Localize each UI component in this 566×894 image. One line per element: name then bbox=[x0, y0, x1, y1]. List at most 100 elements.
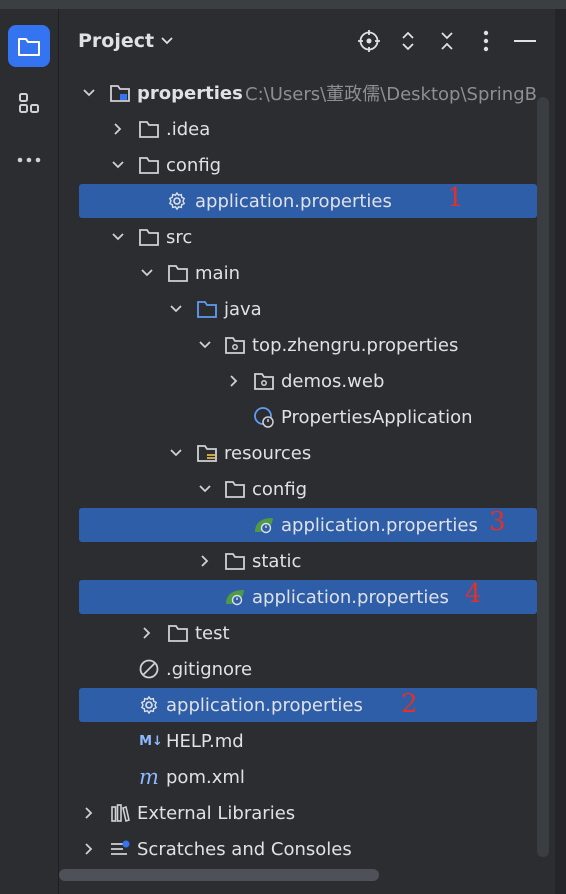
hide-icon bbox=[514, 40, 536, 42]
folder-icon bbox=[224, 478, 246, 500]
tree-node-root[interactable]: properties C:\Users\董政儒\Desktop\SpringB bbox=[59, 75, 566, 111]
pom-label: pom.xml bbox=[166, 766, 245, 788]
tree-node-demos[interactable]: demos.web bbox=[59, 363, 566, 399]
annotation-4: 4 bbox=[465, 579, 482, 609]
res-config-app-props-label: application.properties bbox=[281, 514, 478, 536]
tree-node-src[interactable]: src bbox=[59, 219, 566, 255]
tree-node-res-app-props[interactable]: application.properties 4 bbox=[59, 579, 566, 615]
more-tools-button[interactable] bbox=[8, 139, 50, 181]
root-path: C:\Users\董政儒\Desktop\SpringB bbox=[245, 84, 537, 105]
expand-all-button[interactable] bbox=[396, 29, 420, 53]
help-label: HELP.md bbox=[166, 730, 244, 752]
tree-node-res-config[interactable]: config bbox=[59, 471, 566, 507]
chevron-right-icon[interactable] bbox=[111, 122, 125, 136]
tree-node-app-class[interactable]: PropertiesApplication bbox=[59, 399, 566, 435]
src-label: src bbox=[166, 226, 193, 248]
more-icon bbox=[17, 157, 41, 163]
scratches-label: Scratches and Consoles bbox=[137, 838, 352, 860]
options-button[interactable] bbox=[474, 29, 498, 53]
vertical-scrollbar[interactable] bbox=[537, 97, 549, 857]
collapse-icon bbox=[441, 32, 453, 50]
static-label: static bbox=[252, 550, 302, 572]
right-edge-strip bbox=[555, 9, 566, 894]
chevron-down-icon bbox=[161, 37, 173, 45]
tree-node-ext-libs[interactable]: External Libraries bbox=[59, 795, 566, 831]
tree-node-package[interactable]: top.zhengru.properties bbox=[59, 327, 566, 363]
source-folder-icon bbox=[196, 298, 218, 320]
chevron-down-icon[interactable] bbox=[198, 482, 212, 496]
chevron-down-icon[interactable] bbox=[140, 266, 154, 280]
tree-node-static[interactable]: static bbox=[59, 543, 566, 579]
hide-button[interactable] bbox=[513, 29, 537, 53]
tree-node-help[interactable]: M↓ HELP.md bbox=[59, 723, 566, 759]
folder-icon bbox=[138, 154, 160, 176]
tree-node-idea[interactable]: .idea bbox=[59, 111, 566, 147]
chevron-right-icon[interactable] bbox=[198, 554, 212, 568]
resources-label: resources bbox=[224, 442, 312, 464]
root-label: properties bbox=[137, 82, 243, 104]
panel-title-dropdown[interactable]: Project bbox=[78, 30, 174, 52]
scratches-icon bbox=[109, 838, 131, 860]
test-label: test bbox=[195, 622, 230, 644]
annotation-1: 1 bbox=[447, 183, 464, 213]
java-label: java bbox=[224, 298, 262, 320]
markdown-icon: M↓ bbox=[139, 733, 163, 749]
settings-file-icon bbox=[166, 190, 188, 212]
res-app-props-label: application.properties bbox=[252, 586, 449, 608]
tree-node-gitignore[interactable]: .gitignore bbox=[59, 651, 566, 687]
app-class-label: PropertiesApplication bbox=[281, 406, 473, 428]
locate-button[interactable] bbox=[357, 29, 381, 53]
chevron-right-icon[interactable] bbox=[227, 374, 241, 388]
tree-node-test[interactable]: test bbox=[59, 615, 566, 651]
chevron-down-icon[interactable] bbox=[169, 446, 183, 460]
package-icon bbox=[224, 334, 246, 356]
project-panel: Project properties C:\Users\董政儒\Desktop\… bbox=[59, 9, 566, 894]
project-tree: properties C:\Users\董政儒\Desktop\SpringB … bbox=[59, 73, 566, 877]
locate-icon bbox=[358, 30, 380, 52]
options-icon bbox=[483, 30, 489, 52]
tree-node-config-app-props[interactable]: application.properties 1 bbox=[59, 183, 566, 219]
chevron-right-icon[interactable] bbox=[82, 806, 96, 820]
folder-icon bbox=[138, 226, 160, 248]
horizontal-scrollbar[interactable] bbox=[59, 869, 379, 881]
package-icon bbox=[253, 370, 275, 392]
main-label: main bbox=[195, 262, 240, 284]
structure-icon bbox=[19, 93, 39, 113]
collapse-all-button[interactable] bbox=[435, 29, 459, 53]
resources-folder-icon bbox=[196, 442, 218, 464]
tree-node-pom[interactable]: m pom.xml bbox=[59, 759, 566, 795]
chevron-down-icon[interactable] bbox=[111, 230, 125, 244]
chevron-down-icon[interactable] bbox=[169, 302, 183, 316]
panel-title: Project bbox=[78, 30, 155, 52]
chevron-down-icon[interactable] bbox=[111, 158, 125, 172]
folder-icon bbox=[18, 38, 40, 56]
tree-node-res-config-app-props[interactable]: application.properties 3 bbox=[59, 507, 566, 543]
spring-leaf-icon bbox=[224, 586, 246, 608]
panel-header: Project bbox=[59, 9, 566, 73]
folder-icon bbox=[167, 622, 189, 644]
tree-node-scratches[interactable]: Scratches and Consoles bbox=[59, 831, 566, 867]
chevron-right-icon[interactable] bbox=[82, 842, 96, 856]
root-app-props-label: application.properties bbox=[166, 694, 363, 716]
tree-node-java[interactable]: java bbox=[59, 291, 566, 327]
structure-tool-button[interactable] bbox=[8, 82, 50, 124]
chevron-right-icon[interactable] bbox=[140, 626, 154, 640]
gitignore-label: .gitignore bbox=[166, 658, 253, 680]
settings-file-icon bbox=[138, 694, 160, 716]
idea-label: .idea bbox=[166, 118, 211, 140]
config-label: config bbox=[166, 154, 222, 176]
spring-leaf-icon bbox=[253, 514, 275, 536]
tree-node-main[interactable]: main bbox=[59, 255, 566, 291]
config-app-props-label: application.properties bbox=[195, 190, 392, 212]
tree-node-config[interactable]: config bbox=[59, 147, 566, 183]
annotation-2: 2 bbox=[401, 689, 418, 719]
tree-node-root-app-props[interactable]: application.properties 2 bbox=[59, 687, 566, 723]
project-tool-button[interactable] bbox=[8, 25, 50, 67]
tree-node-resources[interactable]: resources bbox=[59, 435, 566, 471]
chevron-down-icon[interactable] bbox=[198, 338, 212, 352]
folder-icon bbox=[224, 550, 246, 572]
folder-icon bbox=[138, 118, 160, 140]
chevron-down-icon[interactable] bbox=[82, 86, 96, 100]
ignore-file-icon bbox=[138, 658, 160, 680]
title-bar-edge bbox=[0, 0, 566, 9]
